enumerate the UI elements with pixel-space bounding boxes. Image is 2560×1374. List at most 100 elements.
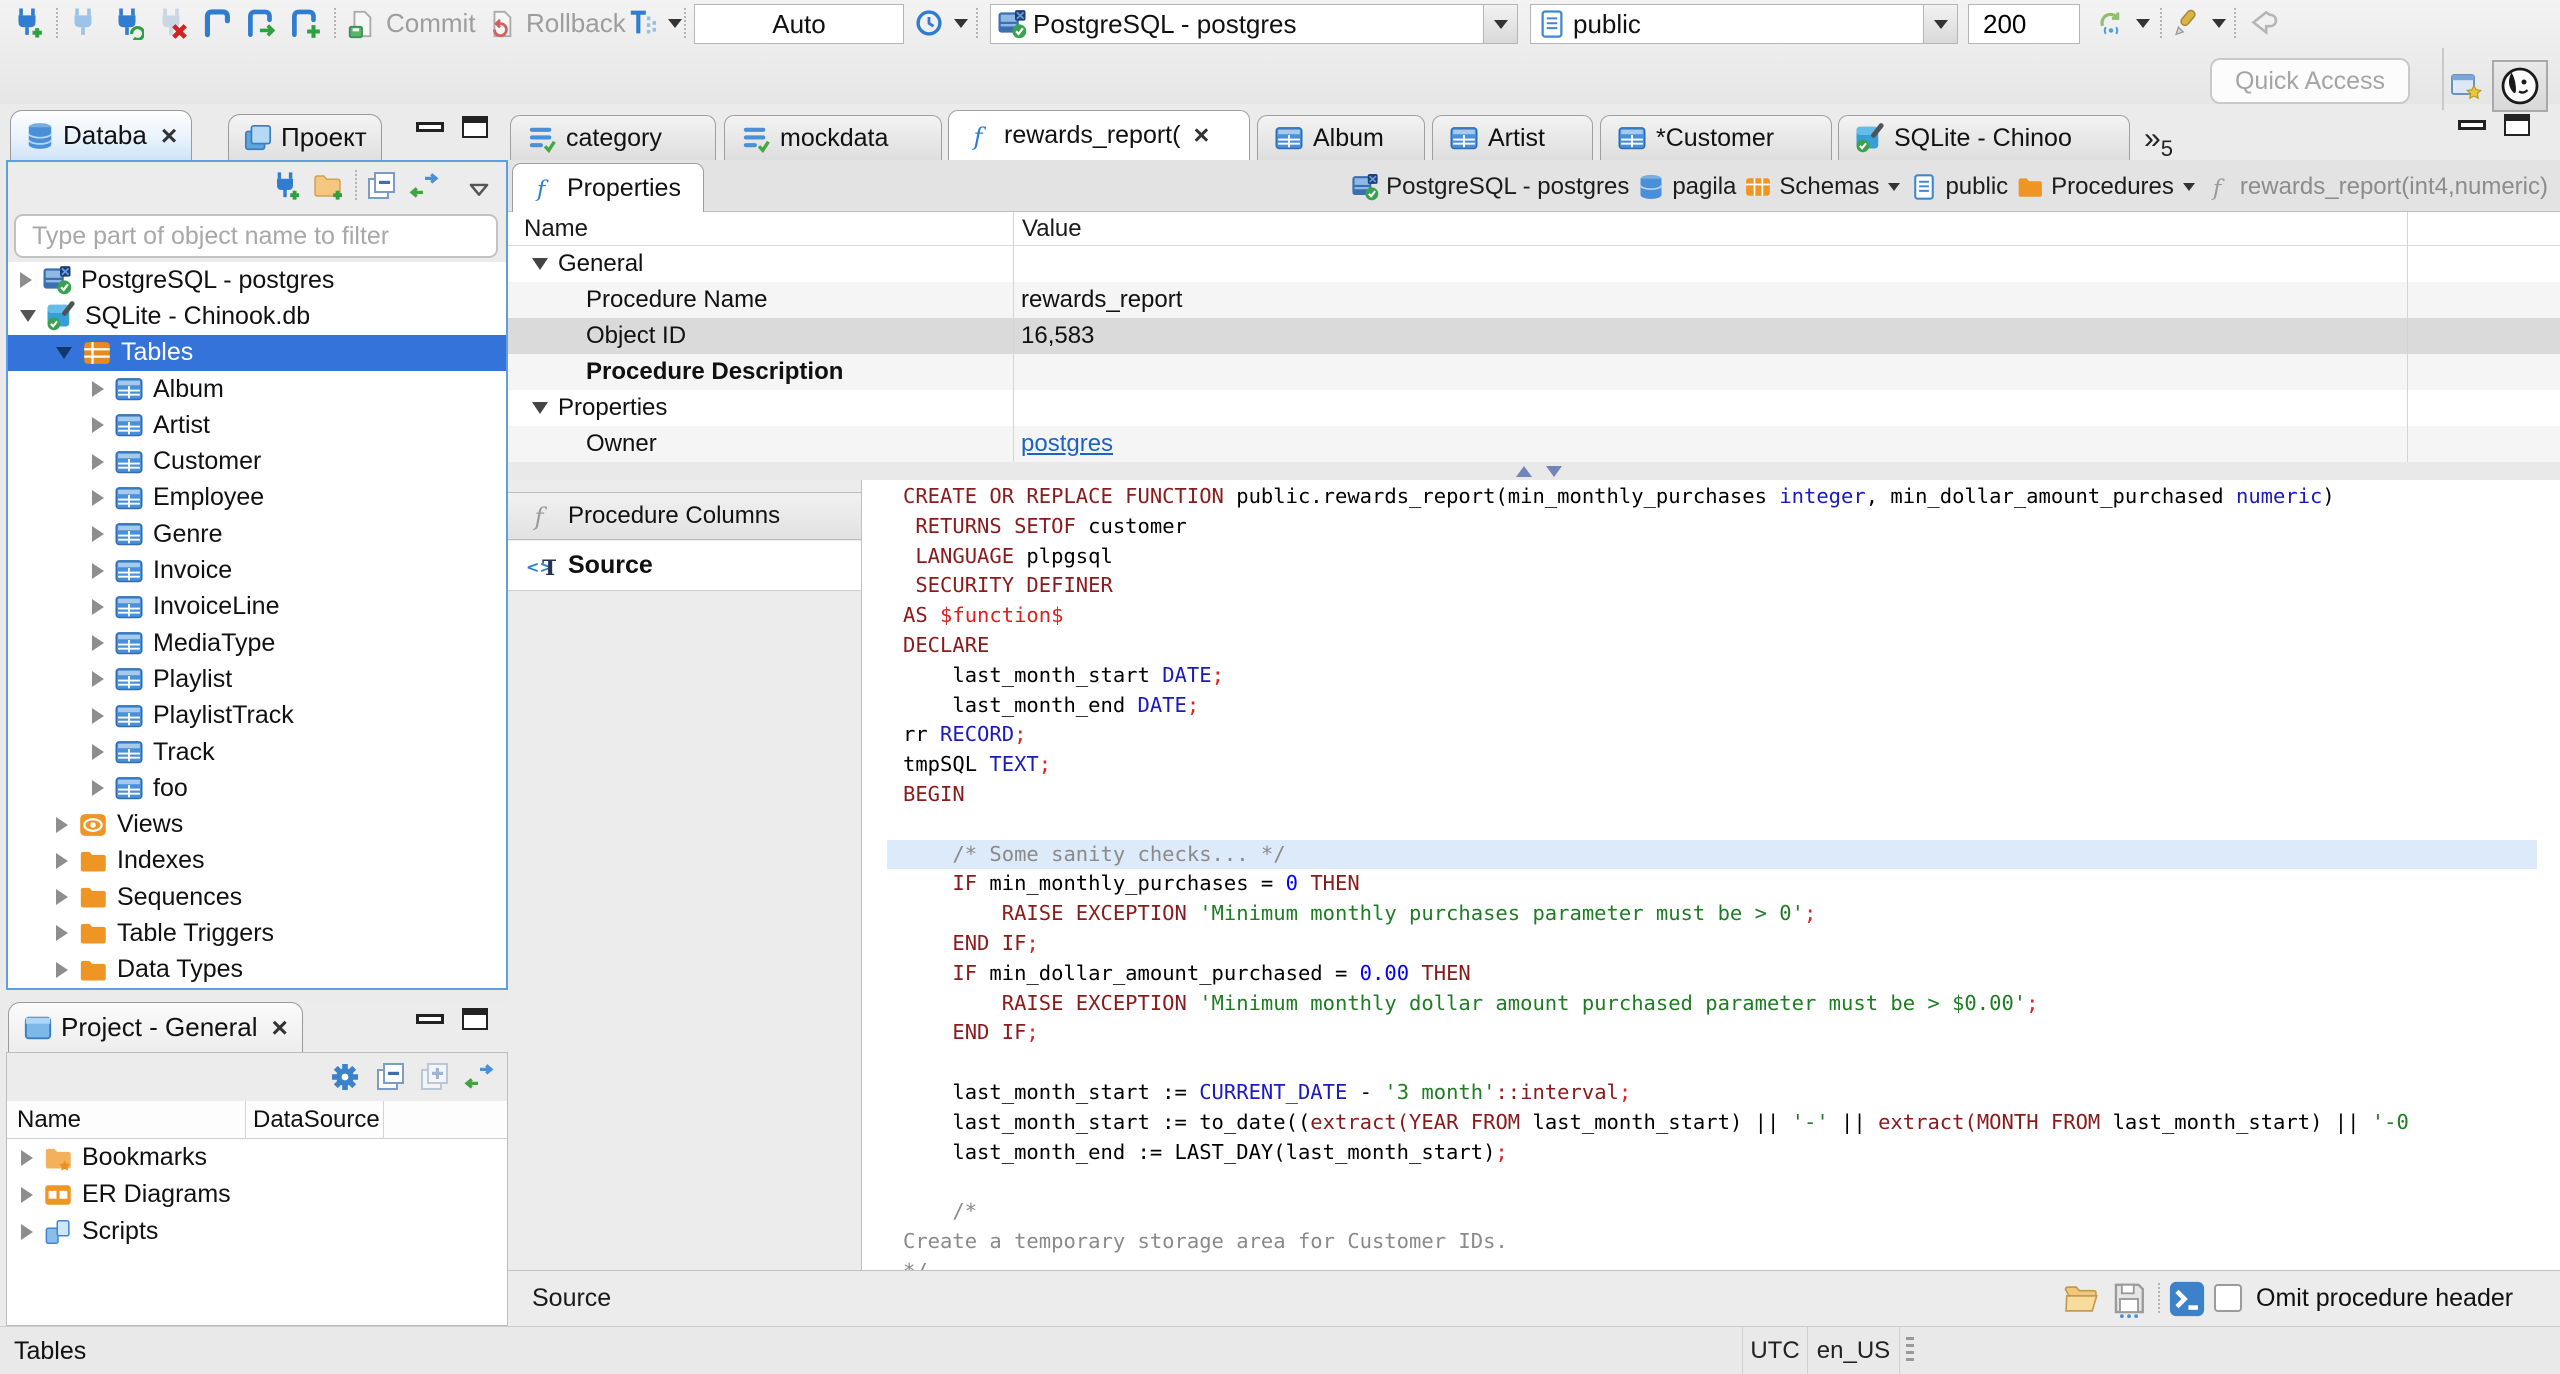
tree-item-customer[interactable]: Customer xyxy=(8,443,506,479)
collapse-all-icon[interactable] xyxy=(375,1061,407,1093)
project-item-bookmarks[interactable]: Bookmarks xyxy=(7,1139,507,1176)
commit-mode-combo[interactable]: Auto xyxy=(694,4,904,44)
tree-item-invoice[interactable]: Invoice xyxy=(8,552,506,588)
chevron-down-icon[interactable] xyxy=(1888,183,1901,191)
persist-console-icon[interactable] xyxy=(2168,1280,2206,1318)
reconnect-icon[interactable] xyxy=(110,6,144,40)
expand-icon[interactable] xyxy=(92,707,104,724)
chevron-down-icon[interactable] xyxy=(2182,183,2195,191)
tree-item-playlist[interactable]: Playlist xyxy=(8,661,506,697)
dbeaver-perspective-button[interactable] xyxy=(2492,60,2548,112)
expand-icon[interactable] xyxy=(21,1149,33,1166)
connection-combo[interactable]: PostgreSQL - postgres xyxy=(990,4,1518,44)
collapse-all-icon[interactable] xyxy=(366,170,398,202)
tree-item-artist[interactable]: Artist xyxy=(8,407,506,443)
tree-item-data-types[interactable]: Data Types xyxy=(8,952,506,988)
property-row-general[interactable]: General xyxy=(508,246,2560,282)
property-row-owner[interactable]: Owner postgres xyxy=(508,426,2560,462)
quick-access-input[interactable]: Quick Access xyxy=(2210,58,2410,104)
save-to-file-icon[interactable] xyxy=(2110,1280,2148,1318)
editor-tab-sqlite-chinoo[interactable]: SQLite - Chinoo xyxy=(1838,115,2130,160)
expand-icon[interactable] xyxy=(56,961,68,978)
locale-indicator[interactable]: en_US xyxy=(1808,1327,1900,1374)
expand-icon[interactable] xyxy=(92,417,104,434)
drag-grip[interactable] xyxy=(1906,1337,1914,1365)
collapse-icon[interactable] xyxy=(56,346,72,359)
minimize-icon[interactable] xyxy=(416,122,444,132)
maximize-icon[interactable] xyxy=(462,1008,488,1030)
tree-item-table-triggers[interactable]: Table Triggers xyxy=(8,915,506,951)
tab-properties[interactable]: f Properties xyxy=(512,163,704,212)
fetch-size-input[interactable] xyxy=(1968,4,2080,44)
property-row-procedure-description[interactable]: Procedure Description xyxy=(508,354,2560,390)
tree-item-album[interactable]: Album xyxy=(8,371,506,407)
breadcrumb-postgresql-postgres[interactable]: PostgreSQL - postgres xyxy=(1351,173,1629,201)
property-row-properties[interactable]: Properties xyxy=(508,390,2560,426)
new-connection-icon[interactable] xyxy=(269,170,301,202)
sql-editor-icon[interactable] xyxy=(200,6,234,40)
tab-database-navigator[interactable]: Databa × xyxy=(10,110,193,160)
collapse-up-icon[interactable] xyxy=(1516,466,1532,477)
tree-item-mediatype[interactable]: MediaType xyxy=(8,625,506,661)
tree-item-indexes[interactable]: Indexes xyxy=(8,843,506,879)
expand-icon[interactable] xyxy=(21,1186,33,1203)
editor-tab-mockdata[interactable]: mockdata xyxy=(724,115,942,160)
tab-projects[interactable]: Проект xyxy=(228,114,382,160)
expand-icon[interactable] xyxy=(92,562,104,579)
tree-item-genre[interactable]: Genre xyxy=(8,516,506,552)
collapse-icon[interactable] xyxy=(532,258,548,270)
expand-icon[interactable] xyxy=(56,889,68,906)
project-item-scripts[interactable]: Scripts xyxy=(7,1213,507,1250)
close-icon[interactable]: × xyxy=(161,120,177,152)
load-from-file-icon[interactable] xyxy=(2062,1280,2100,1318)
expand-icon[interactable] xyxy=(56,925,68,942)
editor-tab-artist[interactable]: Artist xyxy=(1432,115,1593,160)
open-sql-script-icon[interactable] xyxy=(244,6,278,40)
transaction-mode-button[interactable] xyxy=(628,8,682,38)
rollback-button[interactable]: Rollback xyxy=(486,8,626,39)
tree-item-employee[interactable]: Employee xyxy=(8,480,506,516)
timezone-indicator[interactable]: UTC xyxy=(1742,1327,1808,1374)
column-datasource[interactable]: DataSource xyxy=(253,1106,380,1134)
expand-icon[interactable] xyxy=(92,744,104,760)
expand-icon[interactable] xyxy=(92,598,104,615)
editor-tab-album[interactable]: Album xyxy=(1257,115,1425,160)
project-item-er-diagrams[interactable]: ER Diagrams xyxy=(7,1176,507,1213)
link-with-editor-icon[interactable] xyxy=(408,170,440,202)
tab-source[interactable]: <>T Source xyxy=(508,541,861,591)
property-row-procedure-name[interactable]: Procedure Name rewards_report xyxy=(508,282,2560,318)
schema-dropdown-button[interactable] xyxy=(1923,5,1957,43)
connection-dropdown-button[interactable] xyxy=(1483,5,1517,43)
maximize-icon[interactable] xyxy=(2504,114,2530,136)
expand-icon[interactable] xyxy=(92,671,104,688)
expand-icon[interactable] xyxy=(92,489,104,506)
close-icon[interactable]: × xyxy=(272,1012,288,1044)
tree-item-postgresql-postgres[interactable]: PostgreSQL - postgres xyxy=(8,262,506,298)
editor-tab-rewards-report[interactable]: f rewards_report(× xyxy=(948,110,1250,160)
tab-project-general[interactable]: Project - General × xyxy=(8,1002,303,1052)
expand-icon[interactable] xyxy=(20,272,32,289)
connect-icon[interactable] xyxy=(66,6,100,40)
undo-icon[interactable] xyxy=(2246,6,2280,40)
new-sql-script-icon[interactable] xyxy=(288,6,322,40)
tree-item-invoiceline[interactable]: InvoiceLine xyxy=(8,589,506,625)
link-with-editor-icon[interactable] xyxy=(463,1061,495,1093)
expand-icon[interactable] xyxy=(56,816,68,833)
tree-item-sequences[interactable]: Sequences xyxy=(8,879,506,915)
collapse-down-icon[interactable] xyxy=(1546,466,1562,477)
new-folder-icon[interactable] xyxy=(312,170,344,202)
new-connection-icon[interactable] xyxy=(10,6,44,40)
tree-item-track[interactable]: Track xyxy=(8,734,506,770)
breadcrumb-pagila[interactable]: pagila xyxy=(1637,173,1736,201)
expand-icon[interactable] xyxy=(92,780,104,797)
column-name[interactable]: Name xyxy=(7,1106,81,1134)
omit-procedure-header-checkbox[interactable] xyxy=(2214,1284,2242,1312)
object-filter-input[interactable] xyxy=(14,214,498,258)
expand-icon[interactable] xyxy=(56,852,68,869)
open-perspective-icon[interactable] xyxy=(2450,70,2482,102)
source-editor[interactable]: CREATE OR REPLACE FUNCTION public.reward… xyxy=(862,480,2560,1270)
transaction-log-button[interactable] xyxy=(914,8,968,38)
breadcrumb-public[interactable]: public xyxy=(1910,173,2008,201)
expand-icon[interactable] xyxy=(92,526,104,543)
gear-icon[interactable] xyxy=(329,1061,361,1093)
